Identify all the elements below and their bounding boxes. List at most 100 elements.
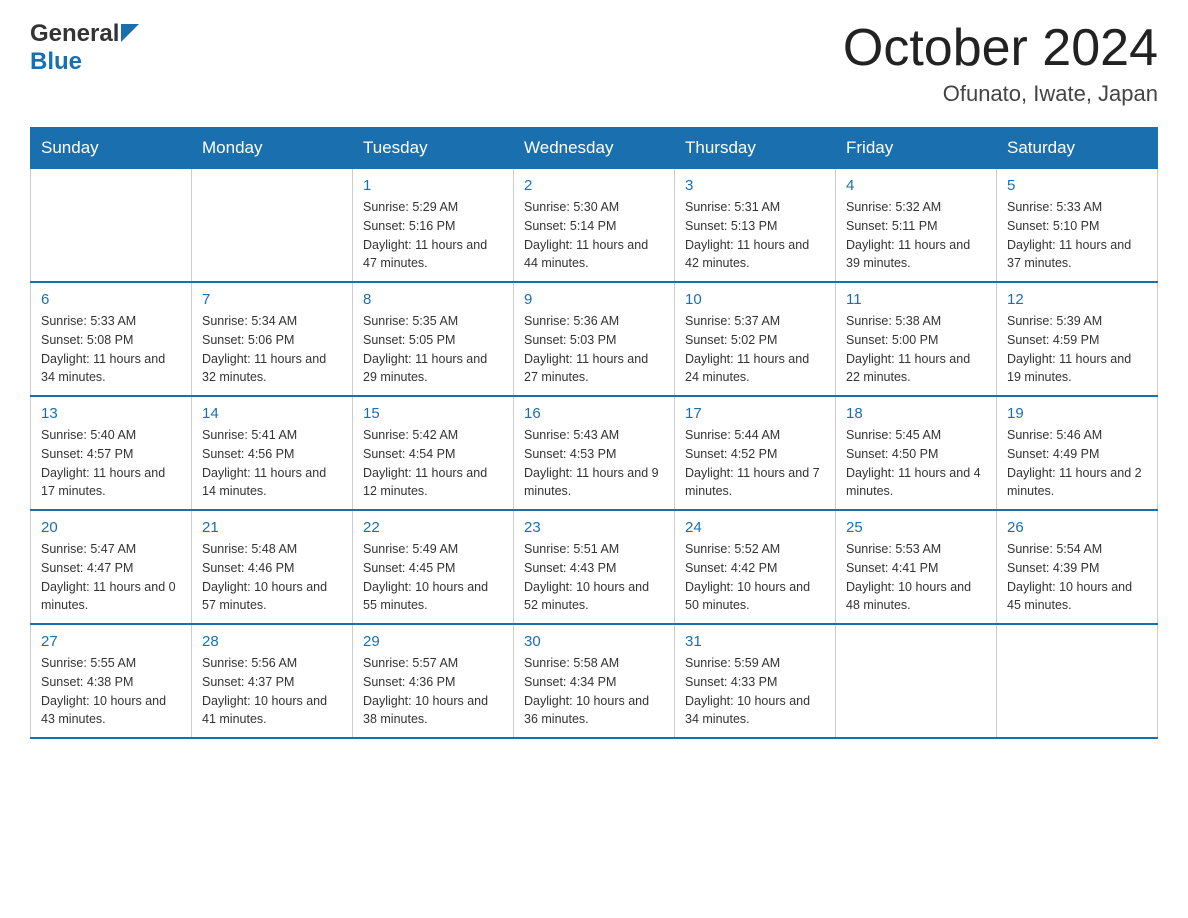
day-info: Sunrise: 5:38 AMSunset: 5:00 PMDaylight:… xyxy=(846,312,986,387)
day-number: 3 xyxy=(685,177,825,194)
calendar-cell: 15Sunrise: 5:42 AMSunset: 4:54 PMDayligh… xyxy=(353,396,514,510)
day-info: Sunrise: 5:34 AMSunset: 5:06 PMDaylight:… xyxy=(202,312,342,387)
calendar-table: SundayMondayTuesdayWednesdayThursdayFrid… xyxy=(30,127,1158,739)
header-thursday: Thursday xyxy=(675,128,836,169)
day-info: Sunrise: 5:46 AMSunset: 4:49 PMDaylight:… xyxy=(1007,426,1147,501)
day-info: Sunrise: 5:57 AMSunset: 4:36 PMDaylight:… xyxy=(363,654,503,729)
calendar-week-1: 1 Sunrise: 5:29 AMSunset: 5:16 PMDaylight… xyxy=(31,169,1158,283)
day-number: 14 xyxy=(202,405,342,422)
calendar-cell: 27 Sunrise: 5:55 AMSunset: 4:38 PMDayligh… xyxy=(31,624,192,738)
calendar-cell: 26 Sunrise: 5:54 AMSunset: 4:39 PMDayligh… xyxy=(997,510,1158,624)
title-area: October 2024 Ofunato, Iwate, Japan xyxy=(843,20,1158,107)
calendar-cell: 29 Sunrise: 5:57 AMSunset: 4:36 PMDayligh… xyxy=(353,624,514,738)
day-info: Sunrise: 5:51 AMSunset: 4:43 PMDaylight:… xyxy=(524,540,664,615)
calendar-cell: 13Sunrise: 5:40 AMSunset: 4:57 PMDayligh… xyxy=(31,396,192,510)
day-number: 1 xyxy=(363,177,503,194)
calendar-cell: 31 Sunrise: 5:59 AMSunset: 4:33 PMDayligh… xyxy=(675,624,836,738)
day-info: Sunrise: 5:47 AMSunset: 4:47 PMDaylight:… xyxy=(41,540,181,615)
day-number: 9 xyxy=(524,291,664,308)
day-number: 16 xyxy=(524,405,664,422)
day-number: 26 xyxy=(1007,519,1147,536)
day-number: 6 xyxy=(41,291,181,308)
day-number: 24 xyxy=(685,519,825,536)
day-number: 31 xyxy=(685,633,825,650)
day-info: Sunrise: 5:56 AMSunset: 4:37 PMDaylight:… xyxy=(202,654,342,729)
header-monday: Monday xyxy=(192,128,353,169)
day-number: 2 xyxy=(524,177,664,194)
calendar-cell: 22 Sunrise: 5:49 AMSunset: 4:45 PMDayligh… xyxy=(353,510,514,624)
day-number: 10 xyxy=(685,291,825,308)
day-info: Sunrise: 5:49 AMSunset: 4:45 PMDaylight:… xyxy=(363,540,503,615)
calendar-week-2: 6 Sunrise: 5:33 AMSunset: 5:08 PMDaylight… xyxy=(31,282,1158,396)
day-info: Sunrise: 5:52 AMSunset: 4:42 PMDaylight:… xyxy=(685,540,825,615)
logo-general-text: General xyxy=(30,20,119,48)
day-number: 12 xyxy=(1007,291,1147,308)
day-number: 20 xyxy=(41,519,181,536)
day-info: Sunrise: 5:37 AMSunset: 5:02 PMDaylight:… xyxy=(685,312,825,387)
calendar-cell: 18 Sunrise: 5:45 AMSunset: 4:50 PMDayligh… xyxy=(836,396,997,510)
day-number: 30 xyxy=(524,633,664,650)
calendar-week-4: 20 Sunrise: 5:47 AMSunset: 4:47 PMDayligh… xyxy=(31,510,1158,624)
day-number: 21 xyxy=(202,519,342,536)
day-number: 13 xyxy=(41,405,181,422)
calendar-cell xyxy=(836,624,997,738)
day-number: 25 xyxy=(846,519,986,536)
calendar-cell: 3 Sunrise: 5:31 AMSunset: 5:13 PMDaylight… xyxy=(675,169,836,283)
day-info: Sunrise: 5:32 AMSunset: 5:11 PMDaylight:… xyxy=(846,198,986,273)
calendar-cell: 2Sunrise: 5:30 AMSunset: 5:14 PMDaylight… xyxy=(514,169,675,283)
calendar-week-3: 13Sunrise: 5:40 AMSunset: 4:57 PMDayligh… xyxy=(31,396,1158,510)
calendar-cell: 30Sunrise: 5:58 AMSunset: 4:34 PMDayligh… xyxy=(514,624,675,738)
calendar-cell: 12Sunrise: 5:39 AMSunset: 4:59 PMDayligh… xyxy=(997,282,1158,396)
header-wednesday: Wednesday xyxy=(514,128,675,169)
day-info: Sunrise: 5:43 AMSunset: 4:53 PMDaylight:… xyxy=(524,426,664,501)
day-info: Sunrise: 5:29 AMSunset: 5:16 PMDaylight:… xyxy=(363,198,503,273)
calendar-week-5: 27 Sunrise: 5:55 AMSunset: 4:38 PMDayligh… xyxy=(31,624,1158,738)
day-info: Sunrise: 5:41 AMSunset: 4:56 PMDaylight:… xyxy=(202,426,342,501)
calendar-cell: 20 Sunrise: 5:47 AMSunset: 4:47 PMDayligh… xyxy=(31,510,192,624)
calendar-cell: 19 Sunrise: 5:46 AMSunset: 4:49 PMDayligh… xyxy=(997,396,1158,510)
calendar-cell: 17Sunrise: 5:44 AMSunset: 4:52 PMDayligh… xyxy=(675,396,836,510)
calendar-cell: 16 Sunrise: 5:43 AMSunset: 4:53 PMDayligh… xyxy=(514,396,675,510)
calendar-cell: 1 Sunrise: 5:29 AMSunset: 5:16 PMDaylight… xyxy=(353,169,514,283)
header-sunday: Sunday xyxy=(31,128,192,169)
day-number: 19 xyxy=(1007,405,1147,422)
logo-blue-text: Blue xyxy=(30,48,82,76)
calendar-cell: 21Sunrise: 5:48 AMSunset: 4:46 PMDayligh… xyxy=(192,510,353,624)
day-info: Sunrise: 5:59 AMSunset: 4:33 PMDaylight:… xyxy=(685,654,825,729)
day-number: 17 xyxy=(685,405,825,422)
header-saturday: Saturday xyxy=(997,128,1158,169)
calendar-cell: 5Sunrise: 5:33 AMSunset: 5:10 PMDaylight… xyxy=(997,169,1158,283)
day-number: 18 xyxy=(846,405,986,422)
day-number: 22 xyxy=(363,519,503,536)
calendar-cell: 14 Sunrise: 5:41 AMSunset: 4:56 PMDayligh… xyxy=(192,396,353,510)
month-title: October 2024 xyxy=(843,20,1158,77)
calendar-cell xyxy=(31,169,192,283)
day-number: 11 xyxy=(846,291,986,308)
calendar-cell: 4 Sunrise: 5:32 AMSunset: 5:11 PMDaylight… xyxy=(836,169,997,283)
calendar-cell: 10 Sunrise: 5:37 AMSunset: 5:02 PMDayligh… xyxy=(675,282,836,396)
day-number: 27 xyxy=(41,633,181,650)
calendar-cell: 24 Sunrise: 5:52 AMSunset: 4:42 PMDayligh… xyxy=(675,510,836,624)
header-tuesday: Tuesday xyxy=(353,128,514,169)
calendar-header-row: SundayMondayTuesdayWednesdayThursdayFrid… xyxy=(31,128,1158,169)
location-title: Ofunato, Iwate, Japan xyxy=(843,81,1158,107)
day-number: 23 xyxy=(524,519,664,536)
calendar-cell: 8 Sunrise: 5:35 AMSunset: 5:05 PMDaylight… xyxy=(353,282,514,396)
day-info: Sunrise: 5:45 AMSunset: 4:50 PMDaylight:… xyxy=(846,426,986,501)
day-info: Sunrise: 5:55 AMSunset: 4:38 PMDaylight:… xyxy=(41,654,181,729)
day-info: Sunrise: 5:35 AMSunset: 5:05 PMDaylight:… xyxy=(363,312,503,387)
day-info: Sunrise: 5:36 AMSunset: 5:03 PMDaylight:… xyxy=(524,312,664,387)
day-info: Sunrise: 5:33 AMSunset: 5:10 PMDaylight:… xyxy=(1007,198,1147,273)
calendar-cell: 9 Sunrise: 5:36 AMSunset: 5:03 PMDaylight… xyxy=(514,282,675,396)
day-number: 4 xyxy=(846,177,986,194)
day-info: Sunrise: 5:54 AMSunset: 4:39 PMDaylight:… xyxy=(1007,540,1147,615)
calendar-cell xyxy=(192,169,353,283)
day-info: Sunrise: 5:42 AMSunset: 4:54 PMDaylight:… xyxy=(363,426,503,501)
day-info: Sunrise: 5:31 AMSunset: 5:13 PMDaylight:… xyxy=(685,198,825,273)
day-info: Sunrise: 5:33 AMSunset: 5:08 PMDaylight:… xyxy=(41,312,181,387)
day-number: 29 xyxy=(363,633,503,650)
calendar-cell: 28Sunrise: 5:56 AMSunset: 4:37 PMDayligh… xyxy=(192,624,353,738)
day-number: 8 xyxy=(363,291,503,308)
calendar-cell: 23 Sunrise: 5:51 AMSunset: 4:43 PMDayligh… xyxy=(514,510,675,624)
logo-triangle-icon xyxy=(121,24,139,42)
